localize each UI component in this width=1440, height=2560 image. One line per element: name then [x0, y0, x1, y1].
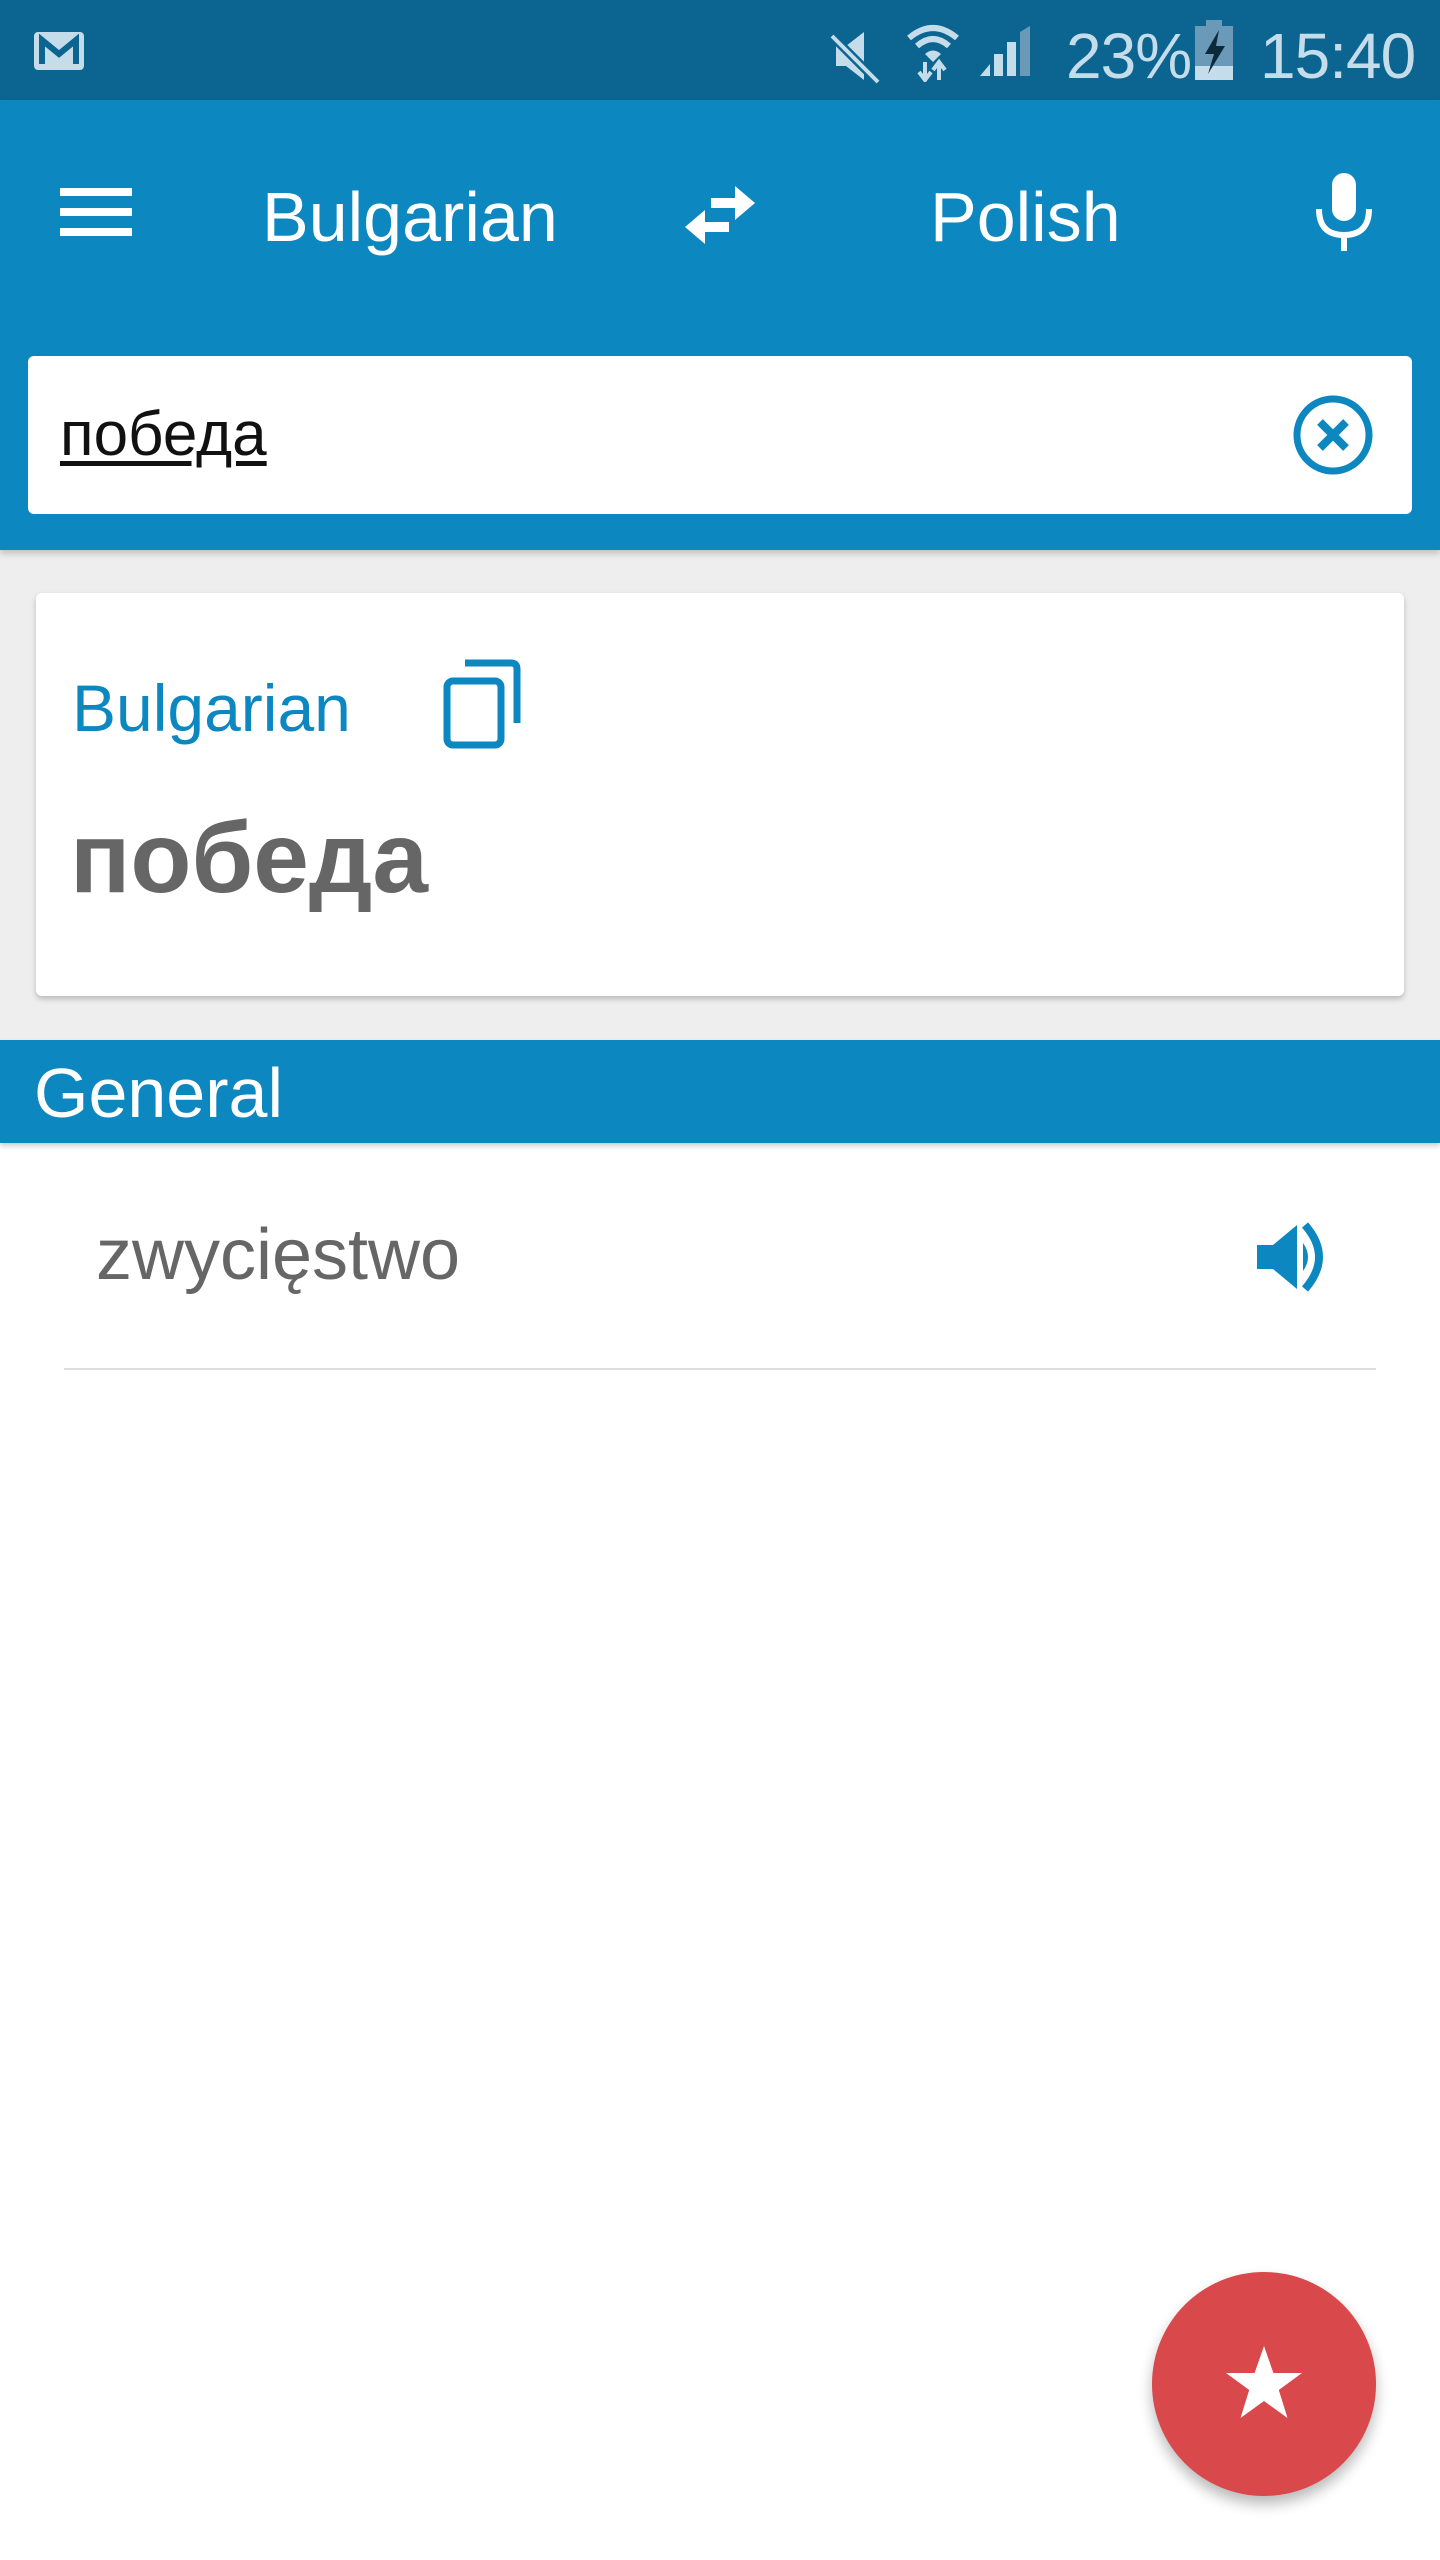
source-word: победа: [70, 802, 428, 914]
clear-search-button[interactable]: [1284, 386, 1382, 484]
copy-icon: [443, 659, 521, 749]
gmail-icon: [34, 32, 84, 70]
clear-circle-icon: [1293, 395, 1373, 475]
copy-button[interactable]: [432, 649, 532, 759]
play-audio-button[interactable]: [1244, 1209, 1344, 1305]
translation-list-item[interactable]: zwycięstwo: [0, 1143, 1440, 1370]
swap-languages-button[interactable]: [672, 170, 768, 260]
target-language-selector[interactable]: Polish: [930, 177, 1121, 257]
menu-button[interactable]: [44, 164, 148, 260]
battery-percent: 23%: [1066, 20, 1192, 92]
mute-icon: [828, 28, 882, 84]
microphone-icon: [1316, 173, 1372, 251]
battery-charging-icon: [1195, 20, 1233, 80]
translation-text: zwycięstwo: [96, 1215, 461, 1295]
wifi-icon: [905, 22, 961, 82]
section-title: General: [34, 1054, 284, 1132]
source-language-label: Bulgarian: [72, 671, 351, 745]
hamburger-menu-icon: [60, 188, 132, 236]
source-language-selector[interactable]: Bulgarian: [262, 177, 558, 257]
source-word-card: Bulgarian победа: [36, 593, 1404, 996]
signal-icon: [978, 26, 1032, 78]
app-bar: Bulgarian Polish победа: [0, 100, 1440, 550]
favorite-fab[interactable]: [1152, 2272, 1376, 2496]
star-icon: [1226, 2346, 1302, 2418]
speaker-icon: [1257, 1222, 1323, 1292]
status-bar: 23% 15:40: [0, 0, 1440, 100]
swap-languages-icon: [685, 186, 755, 244]
clock: 15:40: [1260, 20, 1416, 92]
search-input[interactable]: победа: [60, 400, 267, 470]
list-divider: [64, 1368, 1376, 1370]
search-field[interactable]: победа: [28, 356, 1412, 514]
voice-input-button[interactable]: [1296, 162, 1392, 262]
section-header-general: General: [0, 1040, 1440, 1143]
